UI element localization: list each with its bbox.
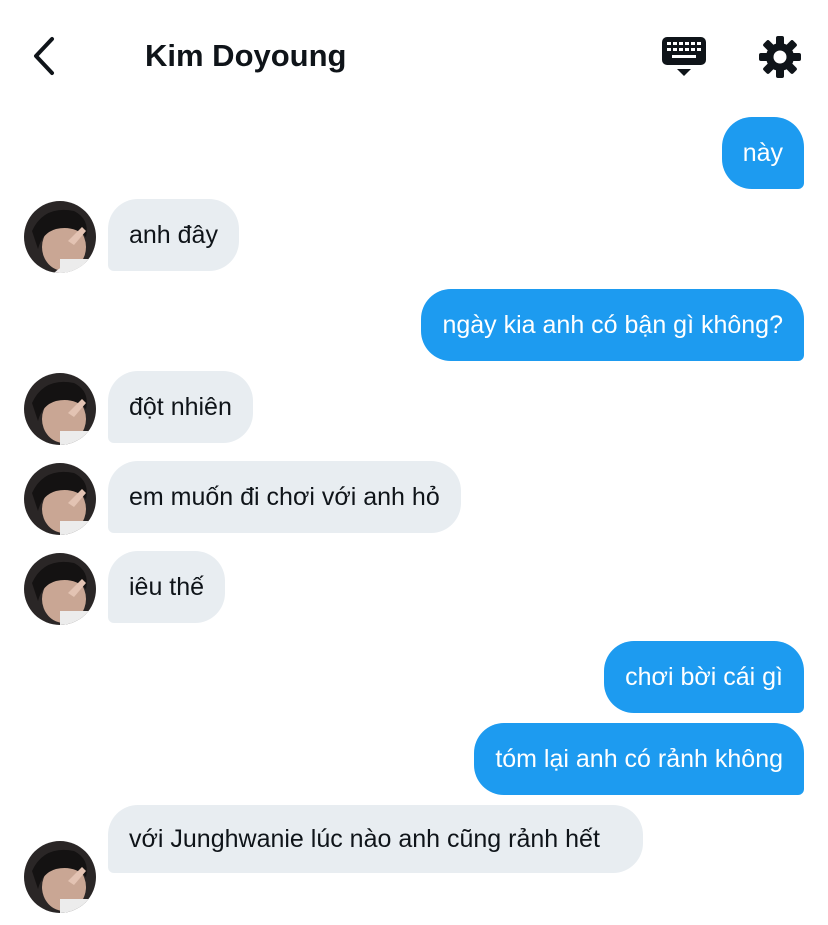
chat-header: Kim Doyoung bbox=[0, 0, 828, 110]
back-button[interactable] bbox=[24, 34, 64, 78]
avatar-photo bbox=[24, 841, 96, 913]
keyboard-button[interactable] bbox=[660, 34, 708, 80]
message-bubble-incoming[interactable]: iêu thế bbox=[108, 551, 226, 623]
message-bubble-outgoing[interactable]: ngày kia anh có bận gì không? bbox=[421, 289, 804, 361]
avatar-photo bbox=[24, 463, 96, 535]
avatar[interactable] bbox=[24, 201, 96, 273]
conversation-title: Kim Doyoung bbox=[145, 38, 347, 73]
avatar-photo bbox=[24, 201, 96, 273]
message-bubble-incoming[interactable]: anh đây bbox=[108, 199, 239, 271]
avatar[interactable] bbox=[24, 373, 96, 445]
message-bubble-incoming[interactable]: em muốn đi chơi với anh hỏ bbox=[108, 461, 461, 533]
message-bubble-outgoing[interactable]: tóm lại anh có rảnh không bbox=[474, 723, 804, 795]
message-bubble-outgoing[interactable]: chơi bời cái gì bbox=[604, 641, 804, 713]
message-bubble-incoming[interactable]: đột nhiên bbox=[108, 371, 253, 443]
avatar-photo bbox=[24, 553, 96, 625]
avatar[interactable] bbox=[24, 463, 96, 535]
gear-icon bbox=[759, 36, 801, 78]
avatar-photo bbox=[24, 373, 96, 445]
message-bubble-incoming[interactable]: với Junghwanie lúc nào anh cũng rảnh hết bbox=[108, 805, 643, 873]
avatar[interactable] bbox=[24, 553, 96, 625]
avatar[interactable] bbox=[24, 841, 96, 913]
keyboard-icon bbox=[662, 37, 706, 76]
chevron-left-icon bbox=[34, 37, 54, 75]
settings-button[interactable] bbox=[757, 34, 803, 80]
message-bubble-outgoing[interactable]: này bbox=[721, 117, 804, 189]
